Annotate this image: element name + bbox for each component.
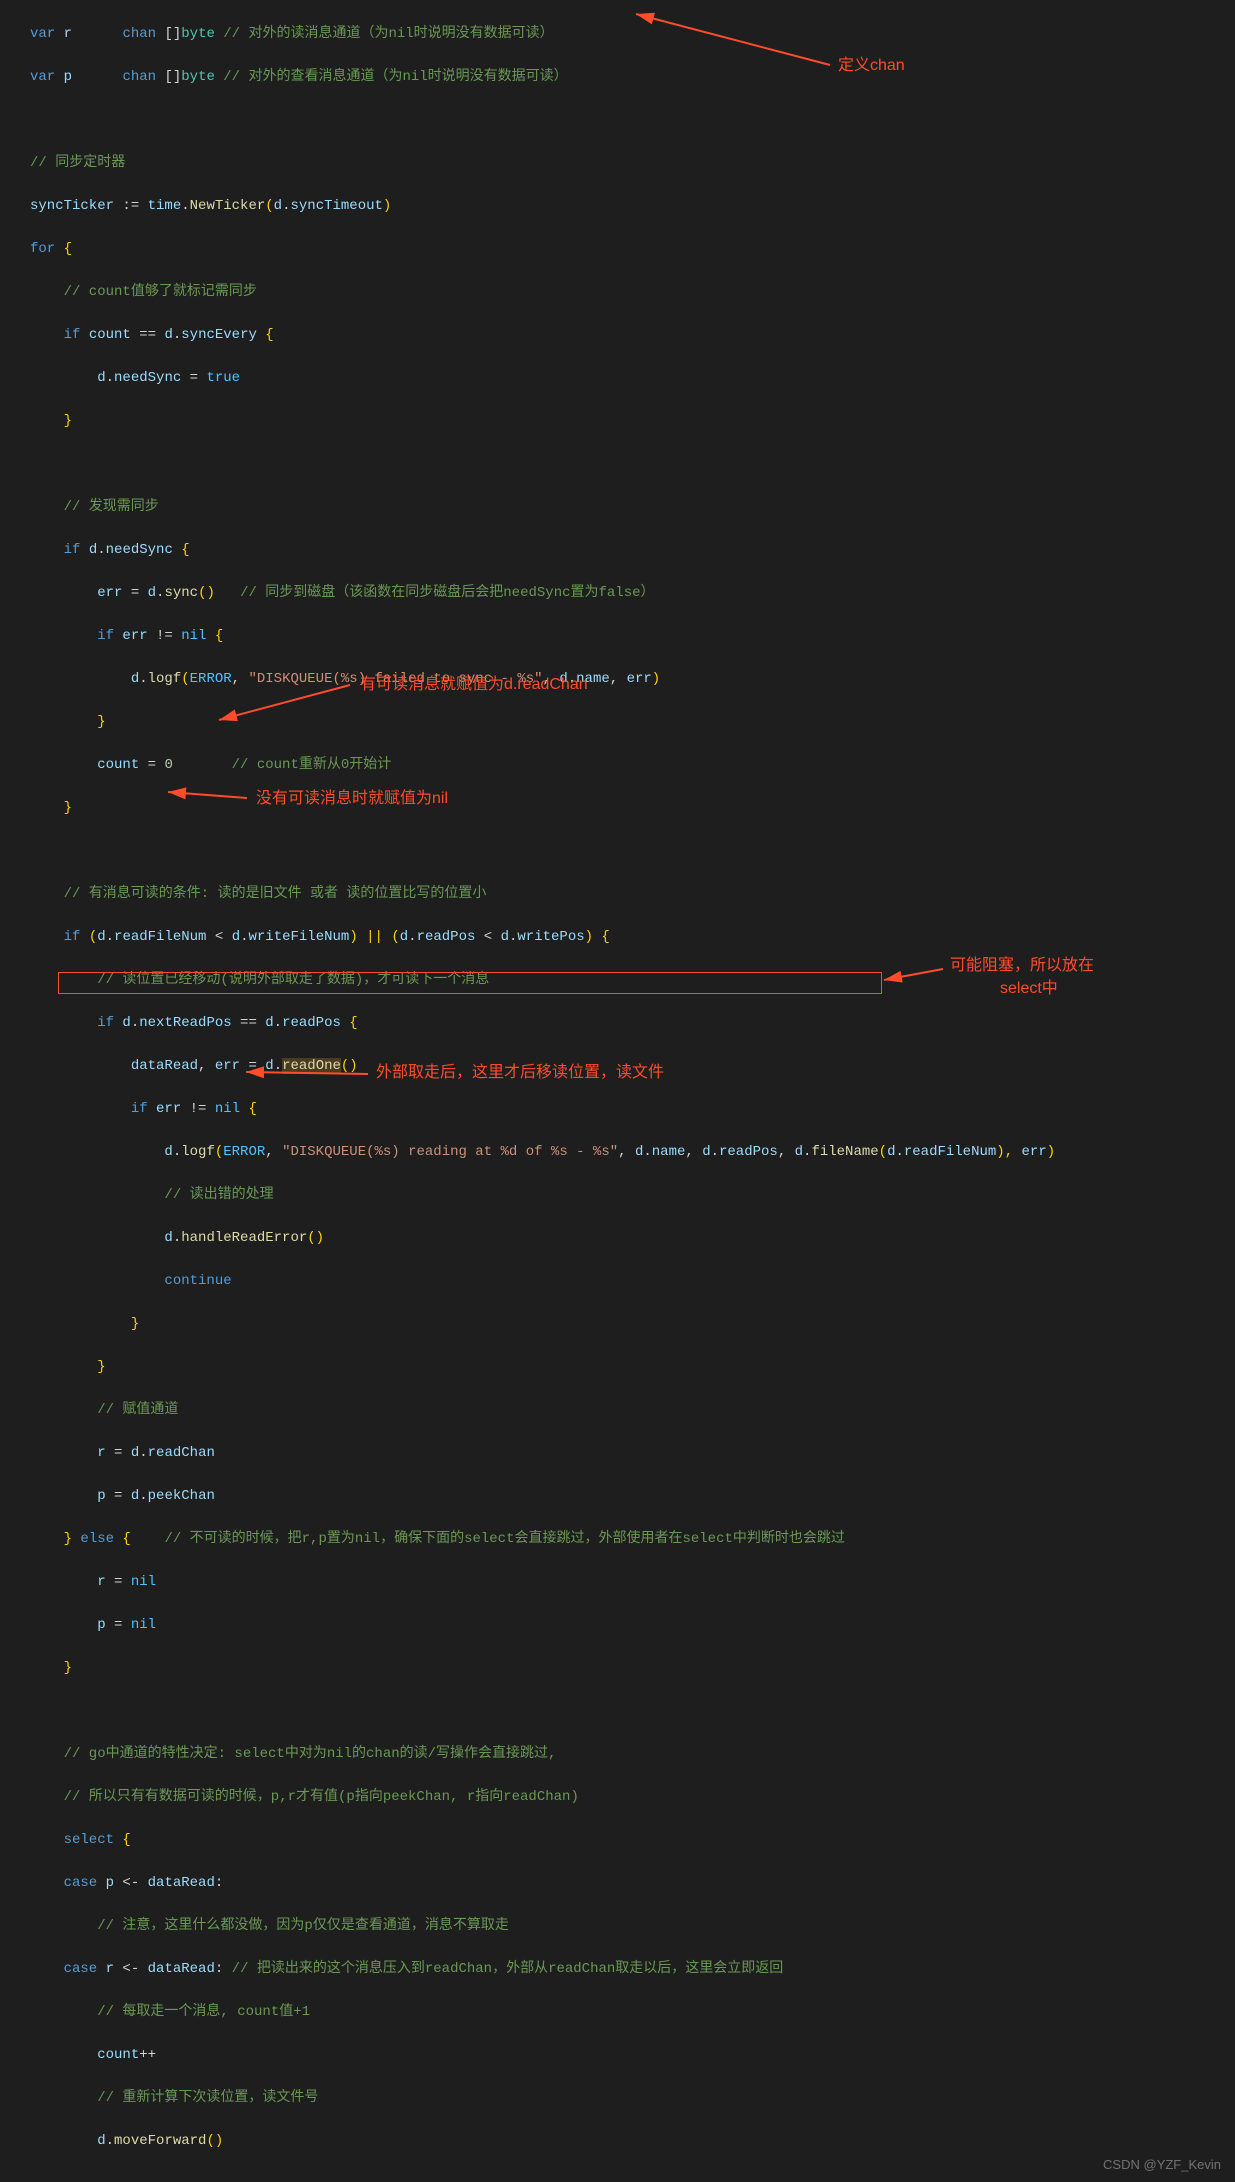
code-block: var r chan []byte // 对外的读消息通道（为nil时说明没有数… (0, 0, 1235, 2182)
keyword-var: var (30, 26, 55, 42)
